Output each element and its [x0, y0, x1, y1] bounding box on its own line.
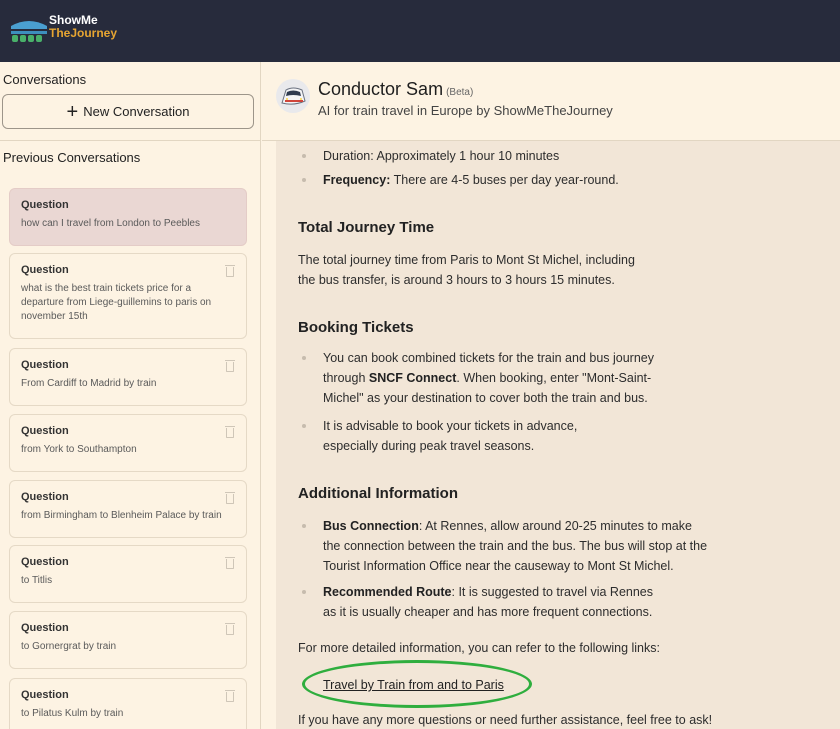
list-item: Recommended Route: It is suggested to tr… [298, 582, 668, 622]
conversation-item-label: Question [21, 264, 69, 276]
trash-icon[interactable] [225, 623, 235, 635]
bot-title: Conductor Sam (Beta) [318, 79, 473, 100]
conversation-item[interactable]: Question to Titlis [9, 545, 247, 603]
brand-line-2: TheJourney [49, 26, 118, 40]
recommended-route-label: Recommended Route [323, 585, 452, 599]
frequency-label: Frequency: [323, 173, 391, 187]
conversation-item-label: Question [21, 622, 69, 634]
section-heading-additional: Additional Information [298, 485, 458, 502]
conversation-item[interactable]: Question From Cardiff to Madrid by train [9, 348, 247, 406]
conversation-item-text: From Cardiff to Madrid by train [21, 378, 157, 389]
brand-name[interactable]: ShowMe TheJourney [49, 14, 117, 40]
conversation-item-label: Question [21, 491, 69, 503]
new-conversation-button[interactable]: + New Conversation [2, 94, 254, 129]
new-conversation-label: New Conversation [83, 104, 190, 119]
list-item: Bus Connection: At Rennes, allow around … [298, 516, 708, 576]
conversation-item[interactable]: Question from Birmingham to Blenheim Pal… [9, 480, 247, 538]
trash-icon[interactable] [225, 360, 235, 372]
paris-train-link[interactable]: Travel by Train from and to Paris [323, 678, 504, 692]
bus-connection-label: Bus Connection [323, 519, 419, 533]
frequency-text: There are 4-5 buses per day year-round. [390, 173, 619, 187]
conversation-item-label: Question [21, 359, 69, 371]
sidebar: Conversations + New Conversation Previou… [0, 62, 261, 729]
bot-name: Conductor Sam [318, 79, 444, 99]
plus-icon: + [66, 100, 79, 123]
conversation-item-text: to Gornergrat by train [21, 641, 117, 652]
sidebar-divider [0, 140, 260, 141]
conversation-item-label: Question [21, 689, 69, 701]
conversation-item-label: Question [21, 425, 69, 437]
list-item: It is advisable to book your tickets in … [298, 416, 603, 456]
section-heading-total-journey: Total Journey Time [298, 219, 435, 236]
beta-badge: (Beta) [446, 87, 474, 98]
chat-message-area[interactable]: Duration: Approximately 1 hour 10 minute… [276, 141, 840, 729]
train-avatar-icon [276, 79, 310, 113]
list-item: You can book combined tickets for the tr… [298, 348, 668, 408]
sncf-connect: SNCF Connect [368, 371, 457, 385]
conversation-item-text: to Titlis [21, 575, 53, 586]
conversation-item-label: Question [21, 556, 69, 568]
trash-icon[interactable] [225, 492, 235, 504]
conversation-item-text: from Birmingham to Blenheim Palace by tr… [21, 510, 222, 521]
trash-icon[interactable] [225, 690, 235, 702]
list-item: Frequency: There are 4-5 buses per day y… [298, 170, 698, 190]
bot-subtitle: AI for train travel in Europe by ShowMeT… [318, 103, 613, 118]
booking-advice: It is advisable to book your tickets in … [323, 419, 578, 453]
conversation-item[interactable]: Question to Gornergrat by train [9, 611, 247, 669]
links-intro: For more detailed information, you can r… [298, 641, 660, 655]
conversation-item-label: Question [21, 199, 69, 211]
conversation-item-text: to Pilatus Kulm by train [21, 708, 124, 719]
conversations-heading: Conversations [3, 72, 87, 87]
total-journey-text: The total journey time from Paris to Mon… [298, 253, 635, 287]
closing-text: If you have any more questions or need f… [298, 713, 713, 727]
conversation-item[interactable]: Question what is the best train tickets … [9, 253, 247, 339]
top-bar: ShowMe TheJourney [0, 0, 840, 62]
trash-icon[interactable] [225, 265, 235, 277]
conversation-item-text: from York to Southampton [21, 444, 137, 455]
conversation-item[interactable]: Question to Pilatus Kulm by train [9, 678, 247, 729]
previous-conversations-heading: Previous Conversations [3, 150, 141, 165]
duration-line: Duration: Approximately 1 hour 10 minute… [323, 149, 560, 163]
chat-header: Conductor Sam (Beta) AI for train travel … [262, 62, 840, 141]
trash-icon[interactable] [225, 426, 235, 438]
section-heading-booking: Booking Tickets [298, 319, 414, 336]
conversation-item-text: how can I travel from London to Peebles [21, 218, 200, 229]
conversation-item[interactable]: Question from York to Southampton [9, 414, 247, 472]
trash-icon[interactable] [225, 557, 235, 569]
conversation-item[interactable]: Question how can I travel from London to… [9, 188, 247, 246]
conversation-item-text: what is the best train tickets price for… [21, 283, 212, 322]
list-item: Duration: Approximately 1 hour 10 minute… [298, 146, 698, 166]
